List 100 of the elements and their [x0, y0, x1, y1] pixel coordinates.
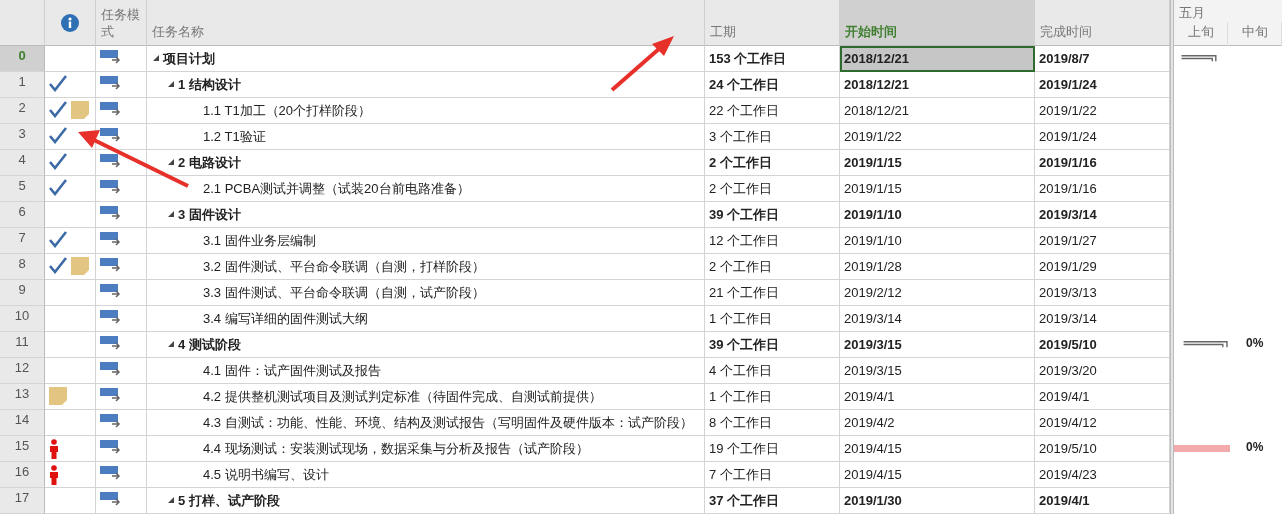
- finish-date: 2019/4/1: [1039, 388, 1090, 406]
- row-header[interactable]: 17: [0, 488, 45, 514]
- auto-schedule-icon: [100, 49, 122, 64]
- column-header[interactable]: 完成时间: [1035, 0, 1170, 46]
- start-date: 2019/4/1: [844, 388, 895, 406]
- row-header[interactable]: 6: [0, 202, 45, 228]
- row-header[interactable]: 12: [0, 358, 45, 384]
- task-name: 4.1 固件：试产固件测试及报告: [203, 362, 381, 380]
- auto-schedule-icon: [100, 257, 122, 272]
- auto-schedule-icon: [100, 335, 122, 350]
- task-name: 3.4 编写详细的固件测试大纲: [203, 310, 368, 328]
- duration-text: 7 个工作日: [709, 466, 772, 484]
- duration-text: 1 个工作日: [709, 310, 772, 328]
- row-header[interactable]: 10: [0, 306, 45, 332]
- start-date: 2019/1/15: [844, 180, 902, 198]
- row-header[interactable]: 14: [0, 410, 45, 436]
- row-header[interactable]: 13: [0, 384, 45, 410]
- task-name: 4.5 说明书编写、设计: [203, 466, 329, 484]
- start-date: 2019/1/15: [844, 154, 902, 172]
- column-header[interactable]: 任务名称: [147, 0, 705, 46]
- collapse-triangle-icon[interactable]: [168, 159, 174, 165]
- task-name: 3 固件设计: [178, 206, 241, 224]
- finish-date: 2019/3/13: [1039, 284, 1097, 302]
- collapse-triangle-icon[interactable]: [168, 497, 174, 503]
- row-header[interactable]: 16: [0, 462, 45, 488]
- row-header[interactable]: 4: [0, 150, 45, 176]
- task-name: 4 测试阶段: [178, 336, 241, 354]
- row-header[interactable]: 15: [0, 436, 45, 462]
- duration-text: 1 个工作日: [709, 388, 772, 406]
- auto-schedule-icon: [100, 439, 122, 454]
- finish-date: 2019/3/20: [1039, 362, 1097, 380]
- finish-date: 2019/1/29: [1039, 258, 1097, 276]
- collapse-triangle-icon[interactable]: [168, 211, 174, 217]
- auto-schedule-icon: [100, 205, 122, 220]
- auto-schedule-icon: [100, 465, 122, 480]
- finish-date: 2019/1/16: [1039, 180, 1097, 198]
- duration-text: 22 个工作日: [709, 102, 780, 120]
- task-name: 1 结构设计: [178, 76, 241, 94]
- timescale-period: 上旬: [1174, 22, 1228, 46]
- row-header[interactable]: 8: [0, 254, 45, 280]
- column-header[interactable]: 工期: [705, 0, 840, 46]
- duration-text: 24 个工作日: [709, 76, 780, 94]
- start-date: 2019/4/2: [844, 414, 895, 432]
- auto-schedule-icon: [100, 75, 122, 90]
- task-name: 4.2 提供整机测试项目及测试判定标准（待固件完成、自测试前提供）: [203, 388, 602, 406]
- collapse-triangle-icon[interactable]: [153, 55, 159, 61]
- auto-schedule-icon: [100, 413, 122, 428]
- start-date: 2018/12/21: [844, 76, 910, 94]
- auto-schedule-icon: [100, 387, 122, 402]
- finish-date: 2019/3/14: [1039, 206, 1097, 224]
- start-date: 2019/1/30: [844, 492, 902, 510]
- collapse-triangle-icon[interactable]: [168, 81, 174, 87]
- auto-schedule-icon: [100, 179, 122, 194]
- task-name: 4.3 自测试：功能、性能、环境、结构及测试报告（写明固件及硬件版本：试产阶段）: [203, 414, 693, 432]
- task-name: 1.1 T1加工（20个打样阶段）: [203, 102, 372, 120]
- start-date: 2019/1/10: [844, 206, 902, 224]
- progress-label: 0%: [1246, 439, 1264, 456]
- row-header[interactable]: 9: [0, 280, 45, 306]
- row-header[interactable]: 11: [0, 332, 45, 358]
- column-header[interactable]: 开始时间: [840, 0, 1035, 46]
- task-name: 3.3 固件测试、平台命令联调（自测，试产阶段）: [203, 284, 485, 302]
- task-name: 3.1 固件业务层编制: [203, 232, 316, 250]
- column-header[interactable]: 任务模式: [96, 0, 147, 46]
- task-name: 5 打样、试产阶段: [178, 492, 280, 510]
- start-date: 2019/2/12: [844, 284, 902, 302]
- start-date: 2019/4/15: [844, 440, 902, 458]
- duration-text: 37 个工作日: [709, 492, 780, 510]
- finish-date: 2019/4/23: [1039, 466, 1097, 484]
- duration-text: 39 个工作日: [709, 336, 780, 354]
- finish-date: 2019/1/24: [1039, 76, 1097, 94]
- start-date: 2019/4/15: [844, 466, 902, 484]
- duration-text: 153 个工作日: [709, 50, 787, 68]
- duration-text: 4 个工作日: [709, 362, 772, 380]
- finish-date: 2019/5/10: [1039, 440, 1097, 458]
- row-header[interactable]: 2: [0, 98, 45, 124]
- duration-text: 12 个工作日: [709, 232, 780, 250]
- task-name: 4.4 现场测试：安装测试现场，数据采集与分析及报告（试产阶段）: [203, 440, 589, 458]
- row-header[interactable]: 5: [0, 176, 45, 202]
- start-date: 2019/3/14: [844, 310, 902, 328]
- annotation-arrow: [610, 36, 674, 92]
- row-header[interactable]: 7: [0, 228, 45, 254]
- start-date: 2019/1/28: [844, 258, 902, 276]
- auto-schedule-icon: [100, 309, 122, 324]
- task-name: 2.1 PCBA测试并调整（试装20台前电路准备）: [203, 180, 470, 198]
- auto-schedule-icon: [100, 231, 122, 246]
- row-header[interactable]: 1: [0, 72, 45, 98]
- row-header[interactable]: 0: [0, 46, 45, 72]
- finish-date: 2019/8/7: [1039, 50, 1090, 68]
- finish-date: 2019/4/12: [1039, 414, 1097, 432]
- collapse-triangle-icon[interactable]: [168, 341, 174, 347]
- finish-date: 2019/3/14: [1039, 310, 1097, 328]
- start-date: 2019/3/15: [844, 362, 902, 380]
- auto-schedule-icon: [100, 153, 122, 168]
- duration-text: 21 个工作日: [709, 284, 780, 302]
- finish-date: 2019/5/10: [1039, 336, 1097, 354]
- duration-text: 39 个工作日: [709, 206, 780, 224]
- task-bar: [1174, 445, 1230, 452]
- duration-text: 2 个工作日: [709, 180, 772, 198]
- row-header[interactable]: 3: [0, 124, 45, 150]
- finish-date: 2019/1/27: [1039, 232, 1097, 250]
